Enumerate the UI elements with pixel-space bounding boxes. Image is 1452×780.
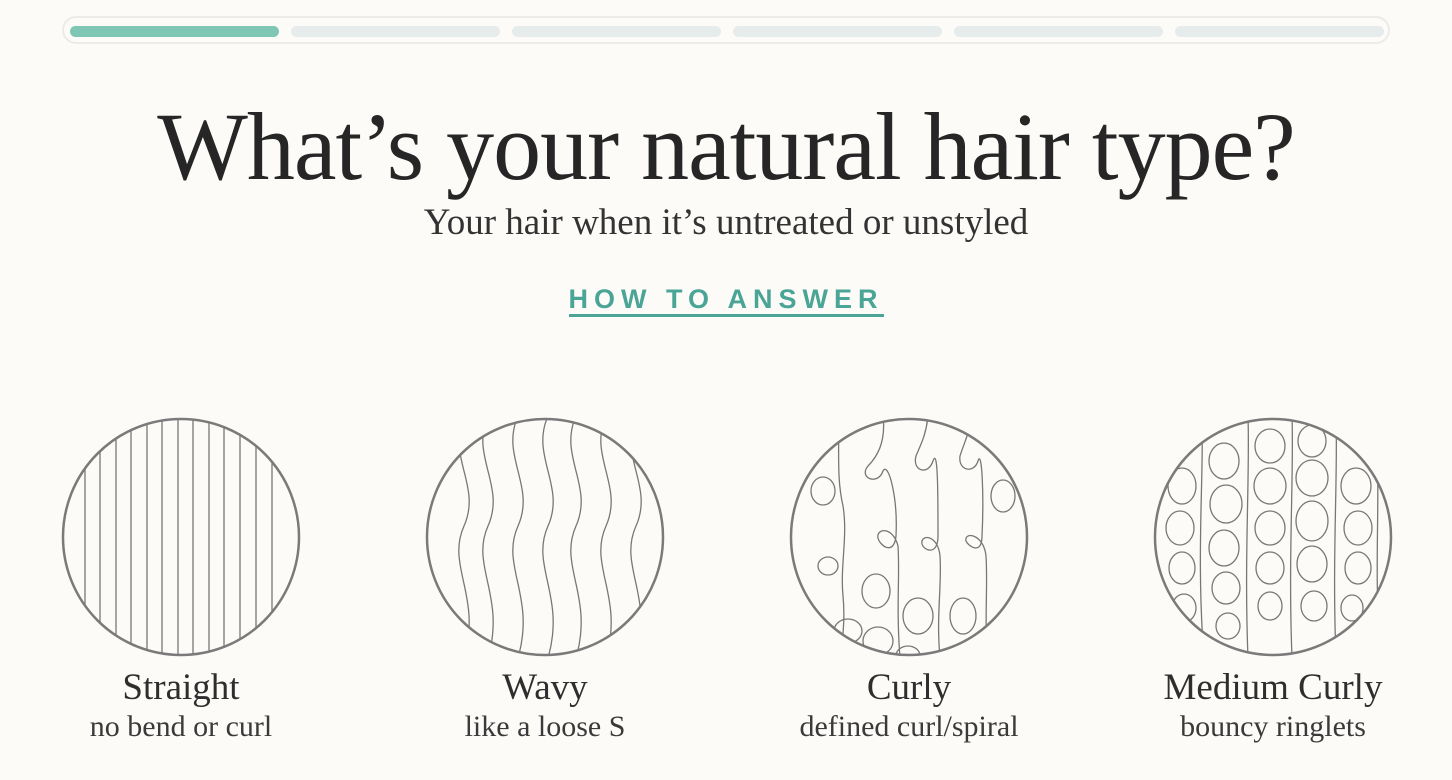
medium-curly-hair-icon xyxy=(1153,417,1393,657)
option-description: like a loose S xyxy=(464,710,626,743)
option-label: Curly xyxy=(866,667,952,708)
option-medium-curly[interactable]: Medium Curly bouncy ringlets xyxy=(1123,416,1423,744)
progress-step-3 xyxy=(512,26,721,37)
progress-step-2 xyxy=(291,26,500,37)
wavy-hair-icon xyxy=(425,417,665,657)
option-curly[interactable]: Curly defined curl/spiral xyxy=(759,416,1059,744)
option-description: no bend or curl xyxy=(89,710,273,743)
curly-hair-icon xyxy=(789,417,1029,657)
option-label: Wavy xyxy=(502,667,588,708)
progress-step-4 xyxy=(733,26,942,37)
option-description: defined curl/spiral xyxy=(799,710,1019,743)
option-straight[interactable]: Straight no bend or curl xyxy=(31,416,331,744)
progress-step-6 xyxy=(1175,26,1384,37)
option-label: Medium Curly xyxy=(1163,667,1383,708)
how-to-answer-container: HOW TO ANSWER xyxy=(0,284,1452,317)
question-title: What’s your natural hair type? xyxy=(157,93,1296,200)
option-label: Straight xyxy=(122,667,240,708)
option-wavy[interactable]: Wavy like a loose S xyxy=(395,416,695,744)
straight-hair-icon xyxy=(61,417,301,657)
progress-bar xyxy=(62,16,1390,44)
question-subtitle: Your hair when it’s untreated or unstyle… xyxy=(423,202,1029,243)
option-description: bouncy ringlets xyxy=(1180,710,1366,743)
how-to-answer-link[interactable]: HOW TO ANSWER xyxy=(568,284,884,317)
progress-step-1 xyxy=(70,26,279,37)
progress-step-5 xyxy=(954,26,1163,37)
